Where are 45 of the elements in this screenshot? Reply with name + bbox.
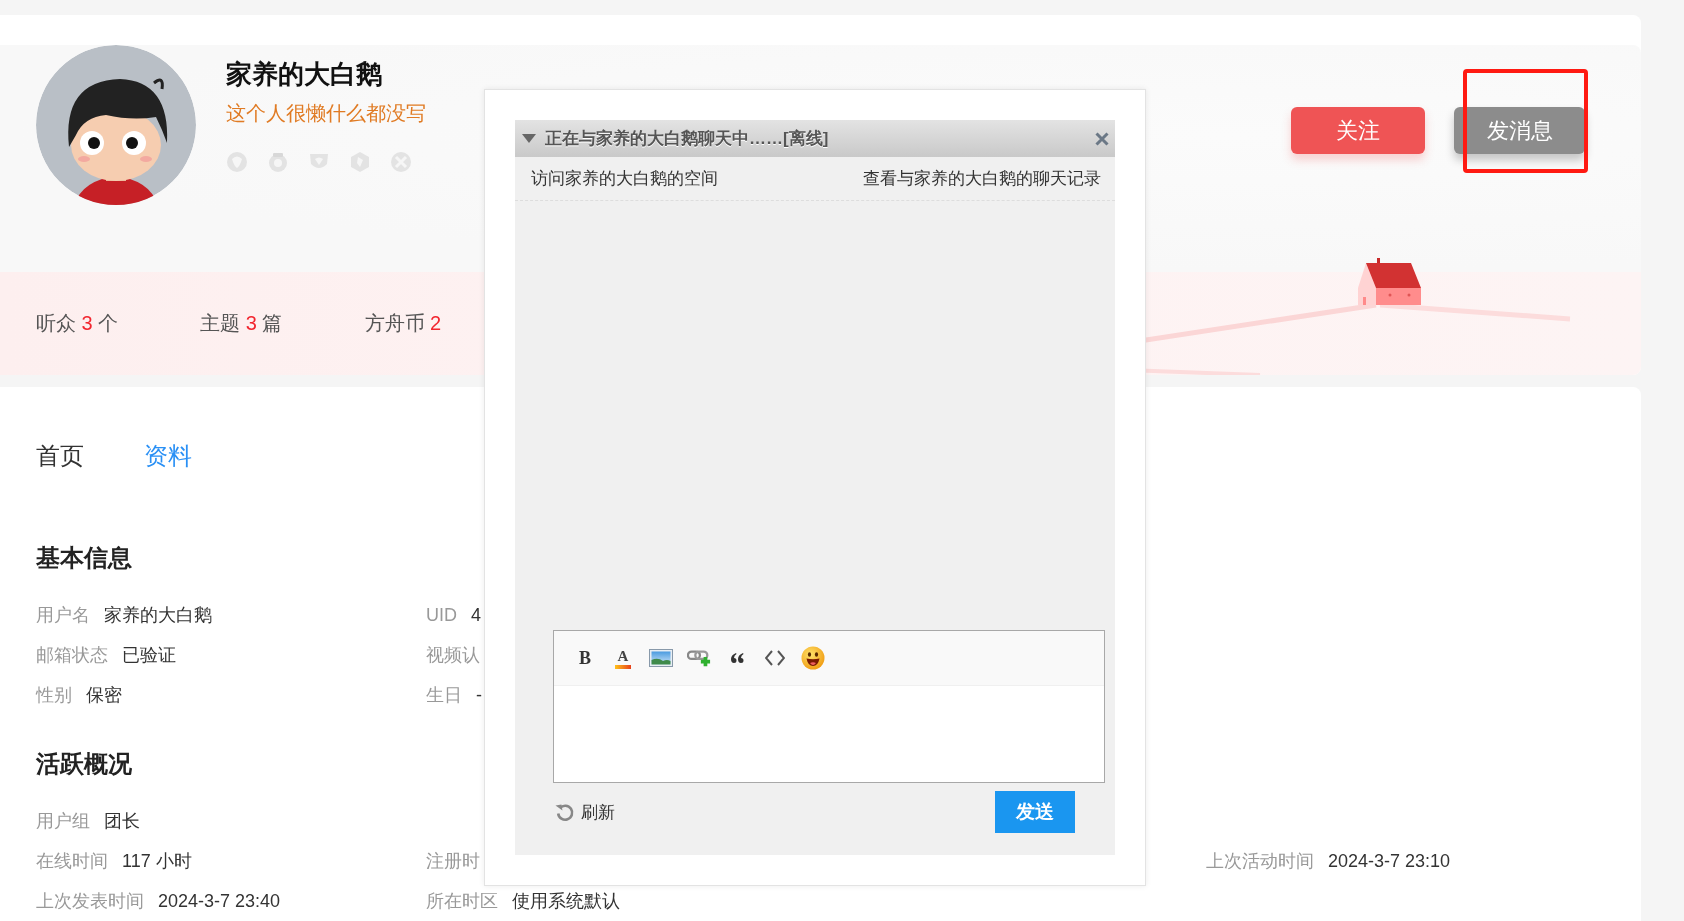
house-drawing [1358, 258, 1421, 305]
code-icon[interactable] [765, 650, 785, 666]
image-icon[interactable] [649, 649, 673, 667]
bio-text: 这个人很懒什么都没写 [226, 101, 426, 126]
quote-icon[interactable] [730, 653, 744, 663]
field-value: 家养的大白鹅 [104, 604, 212, 627]
chat-title: 正在与家养的大白鹅聊天中……[离线] [545, 128, 830, 150]
refresh-icon[interactable] [555, 802, 575, 822]
field-label: 性别 [36, 684, 72, 707]
field-value: 团长 [104, 810, 140, 833]
field-value: - [476, 684, 482, 707]
field-label: 在线时间 [36, 850, 108, 873]
caret-icon[interactable] [522, 134, 536, 143]
section-title: 基本信息 [36, 543, 132, 573]
tab[interactable]: 首页 [36, 442, 84, 470]
medal-icon [267, 151, 289, 173]
refresh-link[interactable]: 刷新 [555, 800, 615, 824]
field-value: 2024-3-7 23:10 [1328, 850, 1451, 873]
stat-text: 方舟币 2 [364, 311, 442, 336]
field-label: 用户组 [36, 810, 90, 833]
username: 家养的大白鹅 [226, 58, 382, 91]
field-value: 117 小时 [122, 850, 192, 873]
field-label: 用户名 [36, 604, 90, 627]
field-label: 所在时区 [426, 890, 498, 913]
field-value: 已验证 [122, 644, 176, 667]
field-value: 保密 [86, 684, 122, 707]
field-value: 使用系统默认 [512, 890, 620, 913]
close-icon[interactable] [1095, 131, 1109, 146]
field-value: 2024-3-7 23:40 [158, 890, 281, 913]
field-label: 上次发表时间 [36, 890, 144, 913]
field-label: 上次活动时间 [1206, 850, 1314, 873]
section-title: 活跃概况 [36, 749, 132, 779]
stat-text: 主题 3 篇 [200, 311, 283, 336]
chat-history-link[interactable]: 查看与家养的大白鹅的聊天记录 [863, 167, 1101, 190]
bold-button[interactable]: B [579, 648, 591, 668]
field-label: 生日 [426, 684, 462, 707]
field-label: 视频认 [426, 644, 480, 667]
link-add-icon[interactable] [687, 648, 711, 668]
smiley-icon[interactable] [801, 646, 825, 670]
field-value: 4 [471, 604, 481, 627]
field-label: UID [426, 604, 457, 627]
field-label: 注册时 [426, 850, 480, 873]
space-link[interactable]: 访问家养的大白鹅的空间 [531, 167, 718, 190]
field-label: 邮箱状态 [36, 644, 108, 667]
stat-text: 听众 3 个 [36, 311, 119, 336]
